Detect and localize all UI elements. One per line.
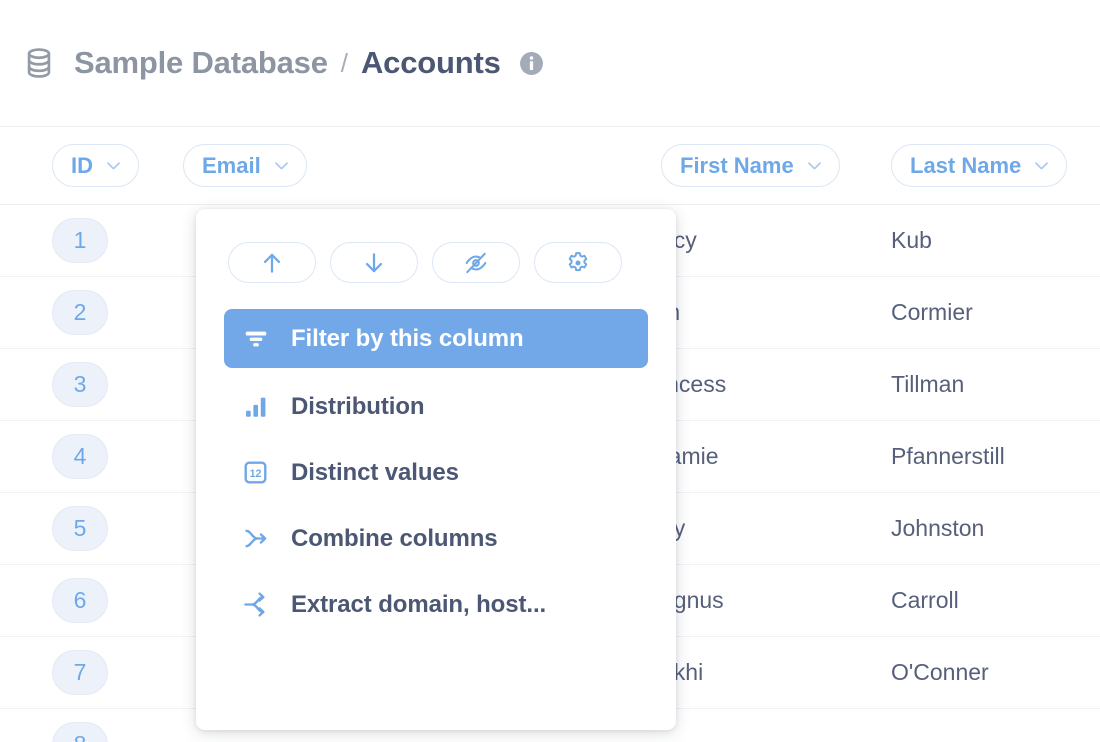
menu-item-label: Distribution [291, 392, 425, 420]
combine-arrows-icon [242, 525, 269, 552]
id-pill[interactable]: 8 [52, 722, 108, 742]
column-settings-button[interactable] [534, 242, 622, 283]
column-header-email[interactable]: Email [183, 144, 307, 187]
id-pill[interactable]: 7 [52, 650, 108, 695]
last-name-value: Johnston [891, 515, 985, 541]
column-menu-list: Filter by this column Distribution 12 Di… [224, 309, 648, 634]
page-header: Sample Database / Accounts [0, 0, 1100, 127]
cell-last-name: Kub [891, 227, 1100, 254]
id-pill[interactable]: 4 [52, 434, 108, 479]
svg-text:12: 12 [250, 468, 262, 480]
gear-icon [568, 251, 588, 271]
chevron-down-icon [274, 162, 288, 170]
table-header-row: ID Email First Name Last Name [0, 127, 1100, 205]
cell-last-name: Tillman [891, 371, 1100, 398]
cell-first-name: incess [651, 371, 891, 398]
cell-id: 8 [0, 722, 141, 742]
cell-first-name: acy [651, 227, 891, 254]
last-name-value: Pfannerstill [891, 443, 1005, 469]
cell-id: 7 [0, 650, 141, 695]
cell-last-name: Cormier [891, 299, 1100, 326]
column-header-email-label: Email [202, 152, 261, 178]
column-header-id[interactable]: ID [52, 144, 139, 187]
cell-first-name: ay [651, 515, 891, 542]
cell-id: 3 [0, 362, 141, 407]
menu-item-label: Filter by this column [291, 324, 524, 352]
breadcrumb: Sample Database / Accounts [22, 45, 544, 81]
id-pill[interactable]: 5 [52, 506, 108, 551]
cell-last-name: Pfannerstill [891, 443, 1100, 470]
sort-ascending-button[interactable] [228, 242, 316, 283]
column-header-cell-last-name: Last Name [891, 144, 1100, 187]
breadcrumb-separator: / [340, 47, 348, 78]
bar-chart-icon [242, 393, 269, 420]
page-title: Accounts [360, 45, 501, 80]
menu-item-distinct-values[interactable]: 12 Distinct values [224, 443, 648, 502]
menu-item-combine-columns[interactable]: Combine columns [224, 509, 648, 568]
menu-item-filter-by-this-column[interactable]: Filter by this column [224, 309, 648, 368]
cell-id: 4 [0, 434, 141, 479]
cell-first-name: ekhi [651, 659, 891, 686]
column-header-first-name[interactable]: First Name [661, 144, 840, 187]
id-pill[interactable]: 3 [52, 362, 108, 407]
menu-item-label: Combine columns [291, 524, 498, 552]
filter-icon [242, 325, 269, 352]
column-header-cell-id: ID [0, 144, 141, 187]
id-pill[interactable]: 2 [52, 290, 108, 335]
chevron-down-icon [1035, 162, 1049, 170]
column-header-last-name[interactable]: Last Name [891, 144, 1068, 187]
cell-last-name: Carroll [891, 587, 1100, 614]
menu-item-distribution[interactable]: Distribution [224, 377, 648, 436]
menu-item-label: Distinct values [291, 458, 459, 486]
column-header-first-name-label: First Name [680, 152, 794, 178]
cell-first-name: ramie [651, 443, 891, 470]
breadcrumb-database[interactable]: Sample Database [74, 45, 328, 81]
cell-id: 2 [0, 290, 141, 335]
cell-last-name: O'Conner [891, 659, 1100, 686]
last-name-value: O'Conner [891, 659, 989, 685]
eye-off-icon [465, 252, 487, 273]
cell-id: 5 [0, 506, 141, 551]
database-icon [27, 48, 51, 78]
hide-column-button[interactable] [432, 242, 520, 283]
chevron-down-icon [807, 162, 821, 170]
arrow-up-icon [263, 253, 281, 273]
cell-first-name: agnus [651, 587, 891, 614]
cell-last-name: Johnston [891, 515, 1100, 542]
id-pill[interactable]: 6 [52, 578, 108, 623]
column-header-cell-first-name: First Name [651, 144, 891, 187]
column-action-buttons [224, 242, 648, 283]
arrow-down-icon [365, 252, 383, 272]
column-options-popover: Filter by this column Distribution 12 Di… [196, 209, 676, 730]
info-icon[interactable] [519, 51, 544, 76]
menu-item-label: Extract domain, host... [291, 590, 547, 618]
chevron-down-icon [107, 162, 120, 170]
last-name-value: Kub [891, 227, 932, 253]
cell-first-name: m [651, 299, 891, 326]
column-header-cell-email: Email [141, 144, 651, 187]
cell-id: 6 [0, 578, 141, 623]
sort-descending-button[interactable] [330, 242, 418, 283]
last-name-value: Carroll [891, 587, 959, 613]
last-name-value: Cormier [891, 299, 973, 325]
menu-item-extract-domain-host[interactable]: Extract domain, host... [224, 575, 648, 634]
cell-id: 1 [0, 218, 141, 263]
number-12-icon: 12 [242, 459, 269, 486]
table-browser-page: Sample Database / Accounts ID Email Firs… [0, 0, 1100, 742]
last-name-value: Tillman [891, 371, 965, 397]
extract-split-icon [242, 591, 269, 618]
id-pill[interactable]: 1 [52, 218, 108, 263]
column-header-last-name-label: Last Name [910, 152, 1022, 178]
column-header-id-label: ID [71, 152, 93, 178]
